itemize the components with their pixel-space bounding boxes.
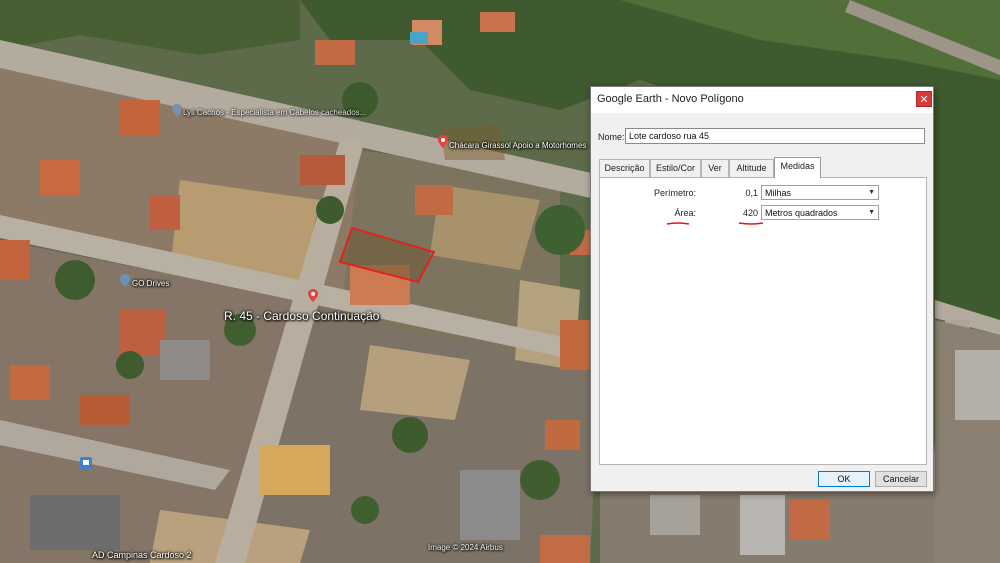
dialog-title: Google Earth - Novo Polígono	[597, 93, 744, 105]
close-button[interactable]: ✕	[916, 91, 932, 107]
place-marker-icon[interactable]	[172, 104, 182, 117]
chevron-down-icon: ▼	[868, 209, 875, 216]
location-pin-icon[interactable]	[438, 135, 448, 148]
place-label-church: AD Campinas Cardoso 2	[92, 550, 192, 560]
measurements-panel: Perímetro: 0,1 Milhas ▼ Área: 420 Metros…	[599, 177, 927, 465]
street-label: R. 45 - Cardoso Continuação	[224, 309, 380, 323]
chevron-down-icon: ▼	[868, 189, 875, 196]
ok-button[interactable]: OK	[818, 471, 870, 487]
area-unit-select[interactable]: Metros quadrados ▼	[761, 205, 879, 220]
annotation-underline-area-value	[738, 222, 764, 225]
name-input[interactable]	[625, 128, 925, 144]
tab-ver[interactable]: Ver	[701, 159, 729, 177]
close-icon: ✕	[919, 94, 929, 106]
perimeter-label: Perímetro:	[653, 188, 696, 198]
place-label-go-drives: GO Drives	[132, 279, 170, 288]
place-label-chacara: Chácara Girassol Apoio a Motorhomes	[449, 141, 587, 150]
tab-descricao[interactable]: Descrição	[599, 159, 650, 177]
imagery-copyright: Image © 2024 Airbus	[428, 543, 503, 552]
name-label: Nome:	[598, 132, 625, 142]
annotation-underline-area-label	[666, 222, 690, 225]
place-label-business: Lyli Cachos - Especialista em Cabelos ca…	[183, 108, 367, 117]
new-polygon-dialog: Google Earth - Novo Polígono ✕ Nome: Des…	[590, 86, 934, 492]
dialog-titlebar[interactable]: Google Earth - Novo Polígono ✕	[591, 87, 933, 113]
location-pin-icon[interactable]	[308, 289, 318, 302]
cancel-button[interactable]: Cancelar	[875, 471, 927, 487]
area-unit-value: Metros quadrados	[765, 208, 838, 218]
area-label: Área:	[674, 208, 696, 218]
perimeter-unit-select[interactable]: Milhas ▼	[761, 185, 879, 200]
perimeter-value: 0,1	[745, 188, 758, 198]
area-value: 420	[742, 208, 758, 218]
bus-stop-icon[interactable]	[80, 457, 92, 469]
tab-medidas[interactable]: Medidas	[774, 157, 821, 178]
place-marker-icon[interactable]	[120, 274, 130, 287]
perimeter-unit-value: Milhas	[765, 188, 792, 198]
tab-altitude[interactable]: Altitude	[729, 159, 774, 177]
tab-estilo-cor[interactable]: Estilo/Cor	[650, 159, 701, 177]
